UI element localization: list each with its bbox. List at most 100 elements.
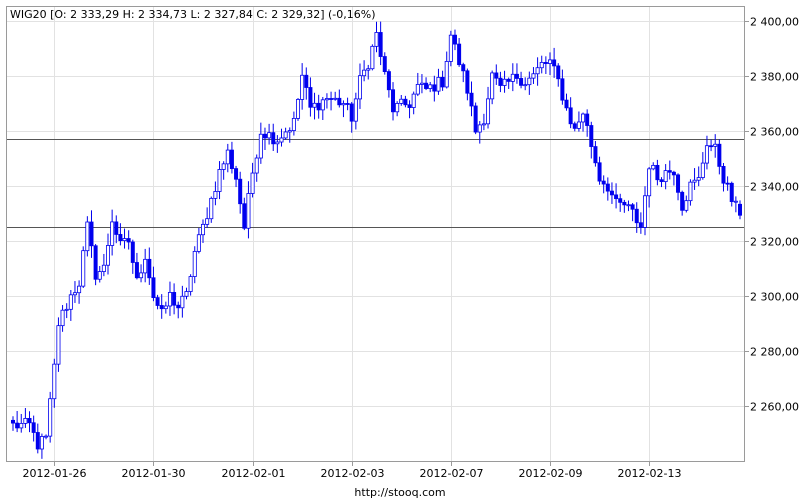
candle-body (523, 84, 528, 87)
candle-body (642, 195, 647, 228)
candle (514, 63, 519, 84)
candle-body (704, 145, 709, 164)
candle (192, 246, 197, 284)
candle (713, 134, 718, 158)
candle-body (655, 164, 660, 181)
candle-body (48, 398, 53, 437)
candle (258, 122, 263, 164)
candle (77, 280, 82, 304)
candle (143, 248, 148, 283)
y-tick-label: 2 320,00 (750, 236, 799, 249)
x-tick-label: 2012-02-03 (321, 467, 385, 480)
candle-body (440, 76, 445, 88)
candle-body (52, 363, 57, 400)
candle-body (139, 272, 144, 279)
candle-body (254, 157, 259, 174)
candle (329, 91, 334, 111)
candle (23, 408, 28, 428)
candle (362, 60, 367, 82)
candle (221, 161, 226, 180)
candle (457, 38, 462, 67)
candle (304, 67, 309, 100)
candle-body (10, 419, 15, 424)
candle (436, 68, 441, 95)
candle-body (469, 92, 474, 107)
candle-body (696, 177, 701, 181)
candle-body (134, 262, 139, 279)
candle (209, 196, 214, 223)
candle-body (130, 241, 135, 263)
candle-body (296, 99, 301, 119)
candle (634, 202, 639, 233)
candle-body (205, 218, 210, 225)
candle-body (386, 71, 391, 91)
candle-body (291, 117, 296, 131)
candle (601, 175, 606, 194)
candle (110, 209, 115, 256)
candle-body (729, 182, 734, 202)
candle-body (370, 45, 375, 70)
candle-body (473, 105, 478, 133)
candle-body (147, 258, 152, 279)
candle-body (721, 166, 726, 184)
candle (39, 433, 44, 459)
candle-body (419, 82, 424, 85)
candle-body (366, 68, 371, 71)
candle (324, 93, 329, 109)
candle (465, 68, 470, 101)
candle (118, 223, 123, 246)
source-link[interactable]: http://stooq.com (354, 486, 445, 499)
candle-body (209, 197, 214, 220)
candle (651, 162, 656, 171)
candle (201, 219, 206, 243)
candle-body (428, 84, 433, 89)
candle-body (279, 137, 284, 143)
candle-body (452, 34, 457, 45)
candle-body (300, 74, 305, 100)
y-tick-label: 2 260,00 (750, 401, 799, 414)
candle (353, 92, 358, 130)
candle (469, 81, 474, 117)
candle (122, 228, 127, 249)
y-tick-label: 2 340,00 (750, 181, 799, 194)
candle (213, 181, 218, 206)
candle (568, 97, 573, 129)
x-tick-label: 2012-01-30 (122, 467, 186, 480)
candle-body (618, 198, 623, 203)
candle (357, 63, 362, 109)
candle (242, 197, 247, 231)
y-axis-ticks: 2 260,00 2 280,00 2 300,00 2 320,00 2 340,00… (744, 16, 799, 414)
candle-body (188, 276, 193, 292)
candle-body (733, 200, 738, 203)
candle (93, 244, 98, 286)
candle (287, 127, 292, 143)
candle (97, 266, 102, 283)
candle (275, 135, 280, 153)
candle (151, 266, 156, 302)
candle-body (424, 82, 429, 89)
candle (155, 294, 160, 310)
candle (481, 113, 486, 131)
candle (391, 82, 396, 121)
candle (680, 190, 685, 216)
candle-body (337, 97, 342, 106)
candle (172, 283, 177, 315)
candle (246, 181, 251, 239)
candle-body (465, 70, 470, 94)
candle-body (700, 162, 705, 178)
candle (531, 67, 536, 84)
candle-body (246, 193, 251, 229)
candle-body (589, 125, 594, 147)
candle-body (510, 73, 515, 82)
candle (114, 215, 119, 244)
candle (614, 183, 619, 209)
candle (581, 112, 586, 132)
candle (461, 62, 466, 83)
candle-body (180, 295, 185, 309)
candle (366, 64, 371, 80)
candle (382, 52, 387, 75)
candle-body (357, 75, 362, 100)
candle-body (676, 174, 681, 193)
candle-body (498, 77, 503, 86)
x-tick-label: 2012-02-13 (618, 467, 682, 480)
